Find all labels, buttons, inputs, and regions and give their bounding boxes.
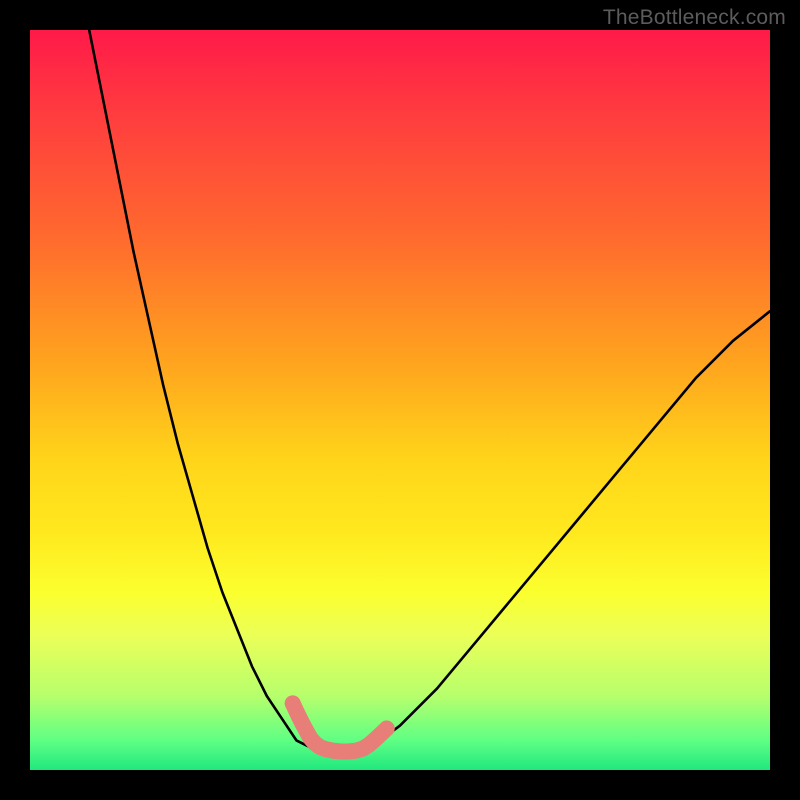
watermark-text: TheBottleneck.com (603, 6, 786, 30)
v-curve-path (89, 30, 770, 752)
plot-area (30, 30, 770, 770)
trough-marker-dot-1 (379, 721, 395, 737)
chart-frame: TheBottleneck.com (0, 0, 800, 800)
bottleneck-curve (30, 30, 770, 770)
trough-marker-band (293, 703, 387, 751)
trough-marker-dot-0 (285, 695, 301, 711)
